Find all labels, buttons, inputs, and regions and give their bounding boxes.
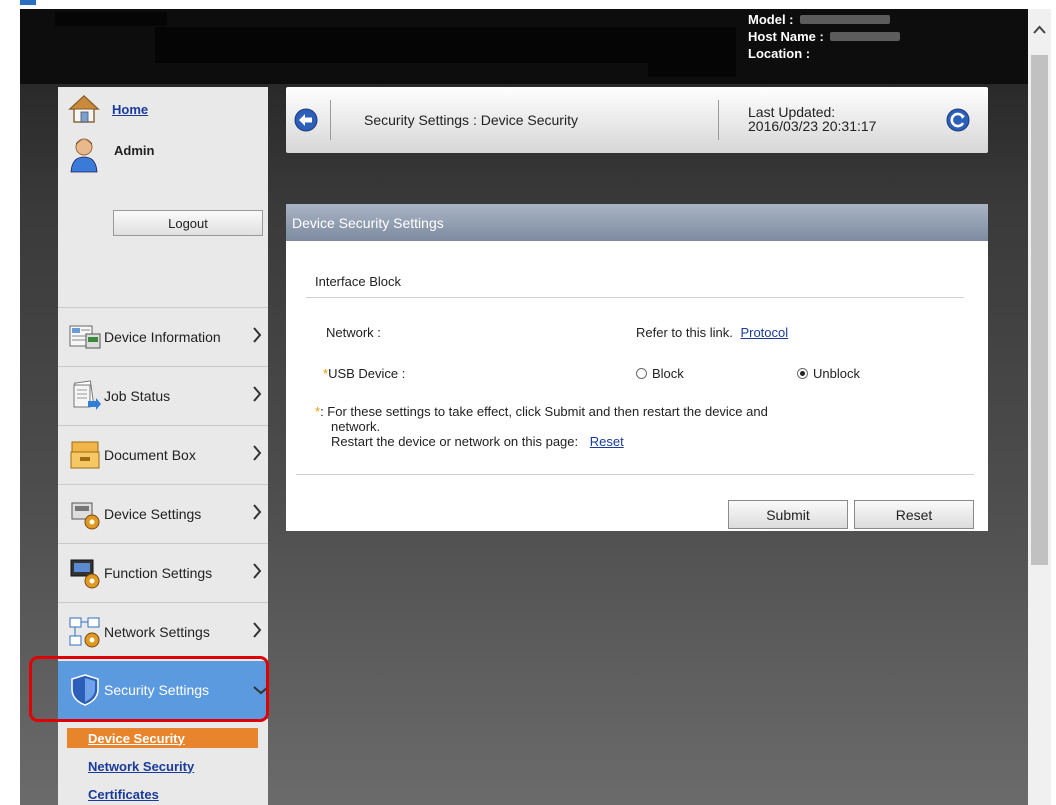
logout-button[interactable]: Logout <box>113 210 263 236</box>
chevron-right-icon <box>253 504 262 520</box>
model-label: Model : <box>748 12 794 27</box>
vertical-scrollbar[interactable] <box>1028 9 1051 805</box>
header-bar-segment <box>648 27 736 77</box>
admin-avatar-icon <box>70 138 98 173</box>
nav-label: Job Status <box>104 387 171 404</box>
network-label: Network : <box>326 325 381 340</box>
nav-label: Document Box <box>104 446 196 463</box>
chevron-right-icon <box>253 327 262 343</box>
nav-label: Function Settings <box>104 564 213 581</box>
device-information-icon <box>69 325 101 348</box>
back-arrow-icon[interactable] <box>294 108 318 132</box>
usb-unblock-radio[interactable]: Unblock <box>797 366 860 381</box>
home-link[interactable]: Home <box>112 102 148 117</box>
panel-heading: Device Security Settings <box>286 204 988 241</box>
subnav-network-security[interactable]: Network Security <box>67 756 258 776</box>
nav-network-settings[interactable]: Network Settings <box>58 602 268 660</box>
device-info: Model : Host Name : Location : <box>748 11 900 62</box>
header-bar-segment <box>55 12 167 26</box>
page-header: Model : Host Name : Location : <box>20 9 1028 84</box>
right-edge <box>1051 0 1056 805</box>
host-name-label: Host Name : <box>748 29 824 44</box>
model-value-redacted <box>799 15 890 24</box>
nav-security-settings[interactable]: Security Settings <box>58 661 269 719</box>
nav-label: Security Settings <box>104 682 210 698</box>
nav-function-settings[interactable]: Function Settings <box>58 543 268 601</box>
browser-frame: Model : Host Name : Location : Home Admi… <box>0 0 1056 805</box>
note-line-3-row: Restart the device or network on this pa… <box>315 434 915 449</box>
left-gutter <box>0 0 20 805</box>
sidebar: Home Admin Logout Device Information Job… <box>58 87 269 805</box>
page-titlebar: Security Settings : Device Security Last… <box>286 87 988 153</box>
network-hint-text: Refer to this link. <box>636 325 733 340</box>
admin-row: Admin <box>58 137 268 177</box>
header-bar-segment <box>155 27 675 63</box>
divider <box>306 297 964 298</box>
usb-device-label: USB Device : <box>328 366 406 381</box>
chevron-right-icon <box>253 386 262 402</box>
reset-button[interactable]: Reset <box>854 500 974 529</box>
scrollbar-thumb[interactable] <box>1031 55 1048 565</box>
divider <box>296 474 974 475</box>
section-title: Interface Block <box>315 274 401 289</box>
home-row[interactable]: Home <box>58 87 268 131</box>
subnav-certificates[interactable]: Certificates <box>67 784 258 804</box>
chevron-right-icon <box>253 622 262 638</box>
host-name-value-redacted <box>829 32 900 41</box>
last-updated-value: 2016/03/23 20:31:17 <box>748 118 877 134</box>
nav-document-box[interactable]: Document Box <box>58 425 268 483</box>
settings-panel: Device Security Settings Interface Block… <box>286 204 988 531</box>
nav-device-information[interactable]: Device Information <box>58 307 268 365</box>
network-settings-icon <box>69 617 100 647</box>
nav-job-status[interactable]: Job Status <box>58 366 268 424</box>
nav-label: Device Information <box>104 328 221 345</box>
radio-circle <box>636 368 647 379</box>
device-settings-icon <box>71 502 100 529</box>
protocol-link[interactable]: Protocol <box>740 325 788 340</box>
note-line-1: : For these settings to take effect, cli… <box>320 404 768 419</box>
submit-button[interactable]: Submit <box>728 500 848 529</box>
radio-label: Unblock <box>813 366 860 381</box>
job-status-icon <box>73 379 101 410</box>
radio-label: Block <box>652 366 684 381</box>
function-settings-icon <box>70 559 100 588</box>
document-box-icon <box>70 441 100 468</box>
nav-label: Device Settings <box>104 505 202 522</box>
nav-device-settings[interactable]: Device Settings <box>58 484 268 542</box>
scroll-up-arrow-icon[interactable] <box>1028 9 1051 49</box>
restart-note: *: For these settings to take effect, cl… <box>315 404 915 449</box>
last-updated: Last Updated: 2016/03/23 20:31:17 <box>748 105 876 133</box>
chevron-right-icon <box>253 445 262 461</box>
chevron-down-icon <box>253 686 269 695</box>
subnav-device-security[interactable]: Device Security <box>67 728 258 748</box>
network-hint: Refer to this link. Protocol <box>636 325 788 340</box>
usb-block-radio[interactable]: Block <box>636 366 684 381</box>
last-updated-label: Last Updated: <box>748 104 836 120</box>
refresh-icon[interactable] <box>946 108 970 132</box>
admin-name: Admin <box>114 143 155 158</box>
top-strip <box>0 0 1056 9</box>
divider <box>330 100 331 140</box>
note-line-3: Restart the device or network on this pa… <box>331 434 579 449</box>
page-title: Security Settings : Device Security <box>364 112 578 128</box>
shield-icon <box>71 674 99 706</box>
chevron-right-icon <box>253 563 262 579</box>
divider <box>718 100 719 140</box>
location-label: Location : <box>748 46 811 61</box>
radio-circle-selected <box>797 368 808 379</box>
nav-label: Network Settings <box>104 623 210 640</box>
note-line-2: network. <box>331 419 381 434</box>
restart-reset-link[interactable]: Reset <box>590 434 624 449</box>
home-icon <box>68 94 100 123</box>
web-app: Model : Host Name : Location : Home Admi… <box>20 9 1028 805</box>
usb-device-label-row: *USB Device : <box>323 366 405 381</box>
